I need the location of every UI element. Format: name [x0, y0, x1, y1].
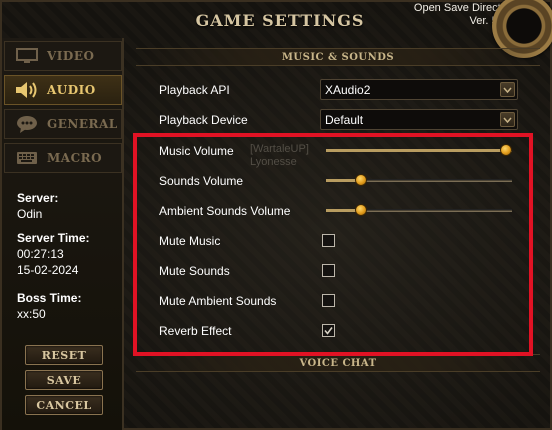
- reset-button[interactable]: RESET: [25, 345, 103, 365]
- boss-time-label: Boss Time:: [17, 291, 82, 305]
- mute-ambient-label: Mute Ambient Sounds: [159, 294, 277, 308]
- speaker-icon: [13, 81, 41, 99]
- sounds-volume-slider[interactable]: [326, 174, 512, 186]
- cancel-button[interactable]: CANCEL: [25, 395, 103, 415]
- section-music-sounds: MUSIC & SOUNDS: [136, 48, 540, 66]
- music-volume-label: Music Volume: [159, 144, 234, 158]
- mute-ambient-checkbox[interactable]: [322, 294, 335, 307]
- background-text-line: [WartaleUP]: [250, 143, 309, 155]
- chevron-down-icon[interactable]: [500, 82, 515, 97]
- checkmark-icon: [324, 327, 333, 335]
- keyboard-icon: [13, 149, 41, 167]
- slider-thumb[interactable]: [500, 144, 512, 156]
- reverb-checkbox[interactable]: [322, 324, 335, 337]
- sidebar: VIDEO AUDIO GENERAL MACRO Server: Odin S…: [2, 38, 124, 430]
- tab-macro-label: MACRO: [47, 151, 103, 165]
- ambient-volume-slider[interactable]: [326, 204, 512, 216]
- chevron-down-icon[interactable]: [500, 112, 515, 127]
- mute-music-checkbox[interactable]: [322, 234, 335, 247]
- mute-sounds-label: Mute Sounds: [159, 264, 230, 278]
- server-date-value: 15-02-2024: [17, 263, 79, 277]
- settings-panel: MUSIC & SOUNDS Playback API XAudio2 Play…: [126, 38, 552, 430]
- server-time-label: Server Time:: [17, 231, 90, 245]
- slider-thumb[interactable]: [355, 174, 367, 186]
- music-volume-slider[interactable]: [326, 144, 512, 156]
- mute-music-label: Mute Music: [159, 234, 221, 248]
- tab-video-label: VIDEO: [47, 49, 95, 63]
- tab-general-label: GENERAL: [47, 117, 118, 131]
- window-title: GAME SETTINGS: [195, 10, 365, 30]
- server-label: Server:: [17, 191, 59, 205]
- boss-time-value: xx:50: [17, 307, 46, 321]
- playback-api-value: XAudio2: [325, 82, 371, 97]
- monitor-icon: [13, 47, 41, 65]
- background-player-name: [WartaleUP] Lyonesse: [250, 143, 309, 169]
- game-settings-window: GAME SETTINGS Open Save Directory Ver. 5…: [0, 0, 552, 430]
- playback-api-label: Playback API: [159, 83, 230, 97]
- ambient-volume-label: Ambient Sounds Volume: [159, 204, 291, 218]
- background-text-line: Lyonesse: [250, 156, 297, 168]
- reverb-label: Reverb Effect: [159, 324, 232, 338]
- slider-thumb[interactable]: [355, 204, 367, 216]
- section-voice-chat: VOICE CHAT: [136, 354, 540, 372]
- sounds-volume-label: Sounds Volume: [159, 174, 244, 188]
- tab-audio-label: AUDIO: [47, 83, 96, 97]
- playback-api-select[interactable]: XAudio2: [320, 79, 518, 100]
- save-button[interactable]: SAVE: [25, 370, 103, 390]
- playback-device-label: Playback Device: [159, 113, 248, 127]
- server-time-value: 00:27:13: [17, 247, 64, 261]
- tab-macro[interactable]: MACRO: [4, 143, 122, 173]
- playback-device-value: Default: [325, 112, 364, 127]
- playback-device-select[interactable]: Default: [320, 109, 518, 130]
- tab-video[interactable]: VIDEO: [4, 41, 122, 71]
- server-value: Odin: [17, 207, 43, 221]
- tab-general[interactable]: GENERAL: [4, 109, 122, 139]
- tab-audio[interactable]: AUDIO: [4, 75, 122, 105]
- slider-fill: [326, 149, 512, 152]
- mute-sounds-checkbox[interactable]: [322, 264, 335, 277]
- chat-bubble-icon: [13, 115, 41, 133]
